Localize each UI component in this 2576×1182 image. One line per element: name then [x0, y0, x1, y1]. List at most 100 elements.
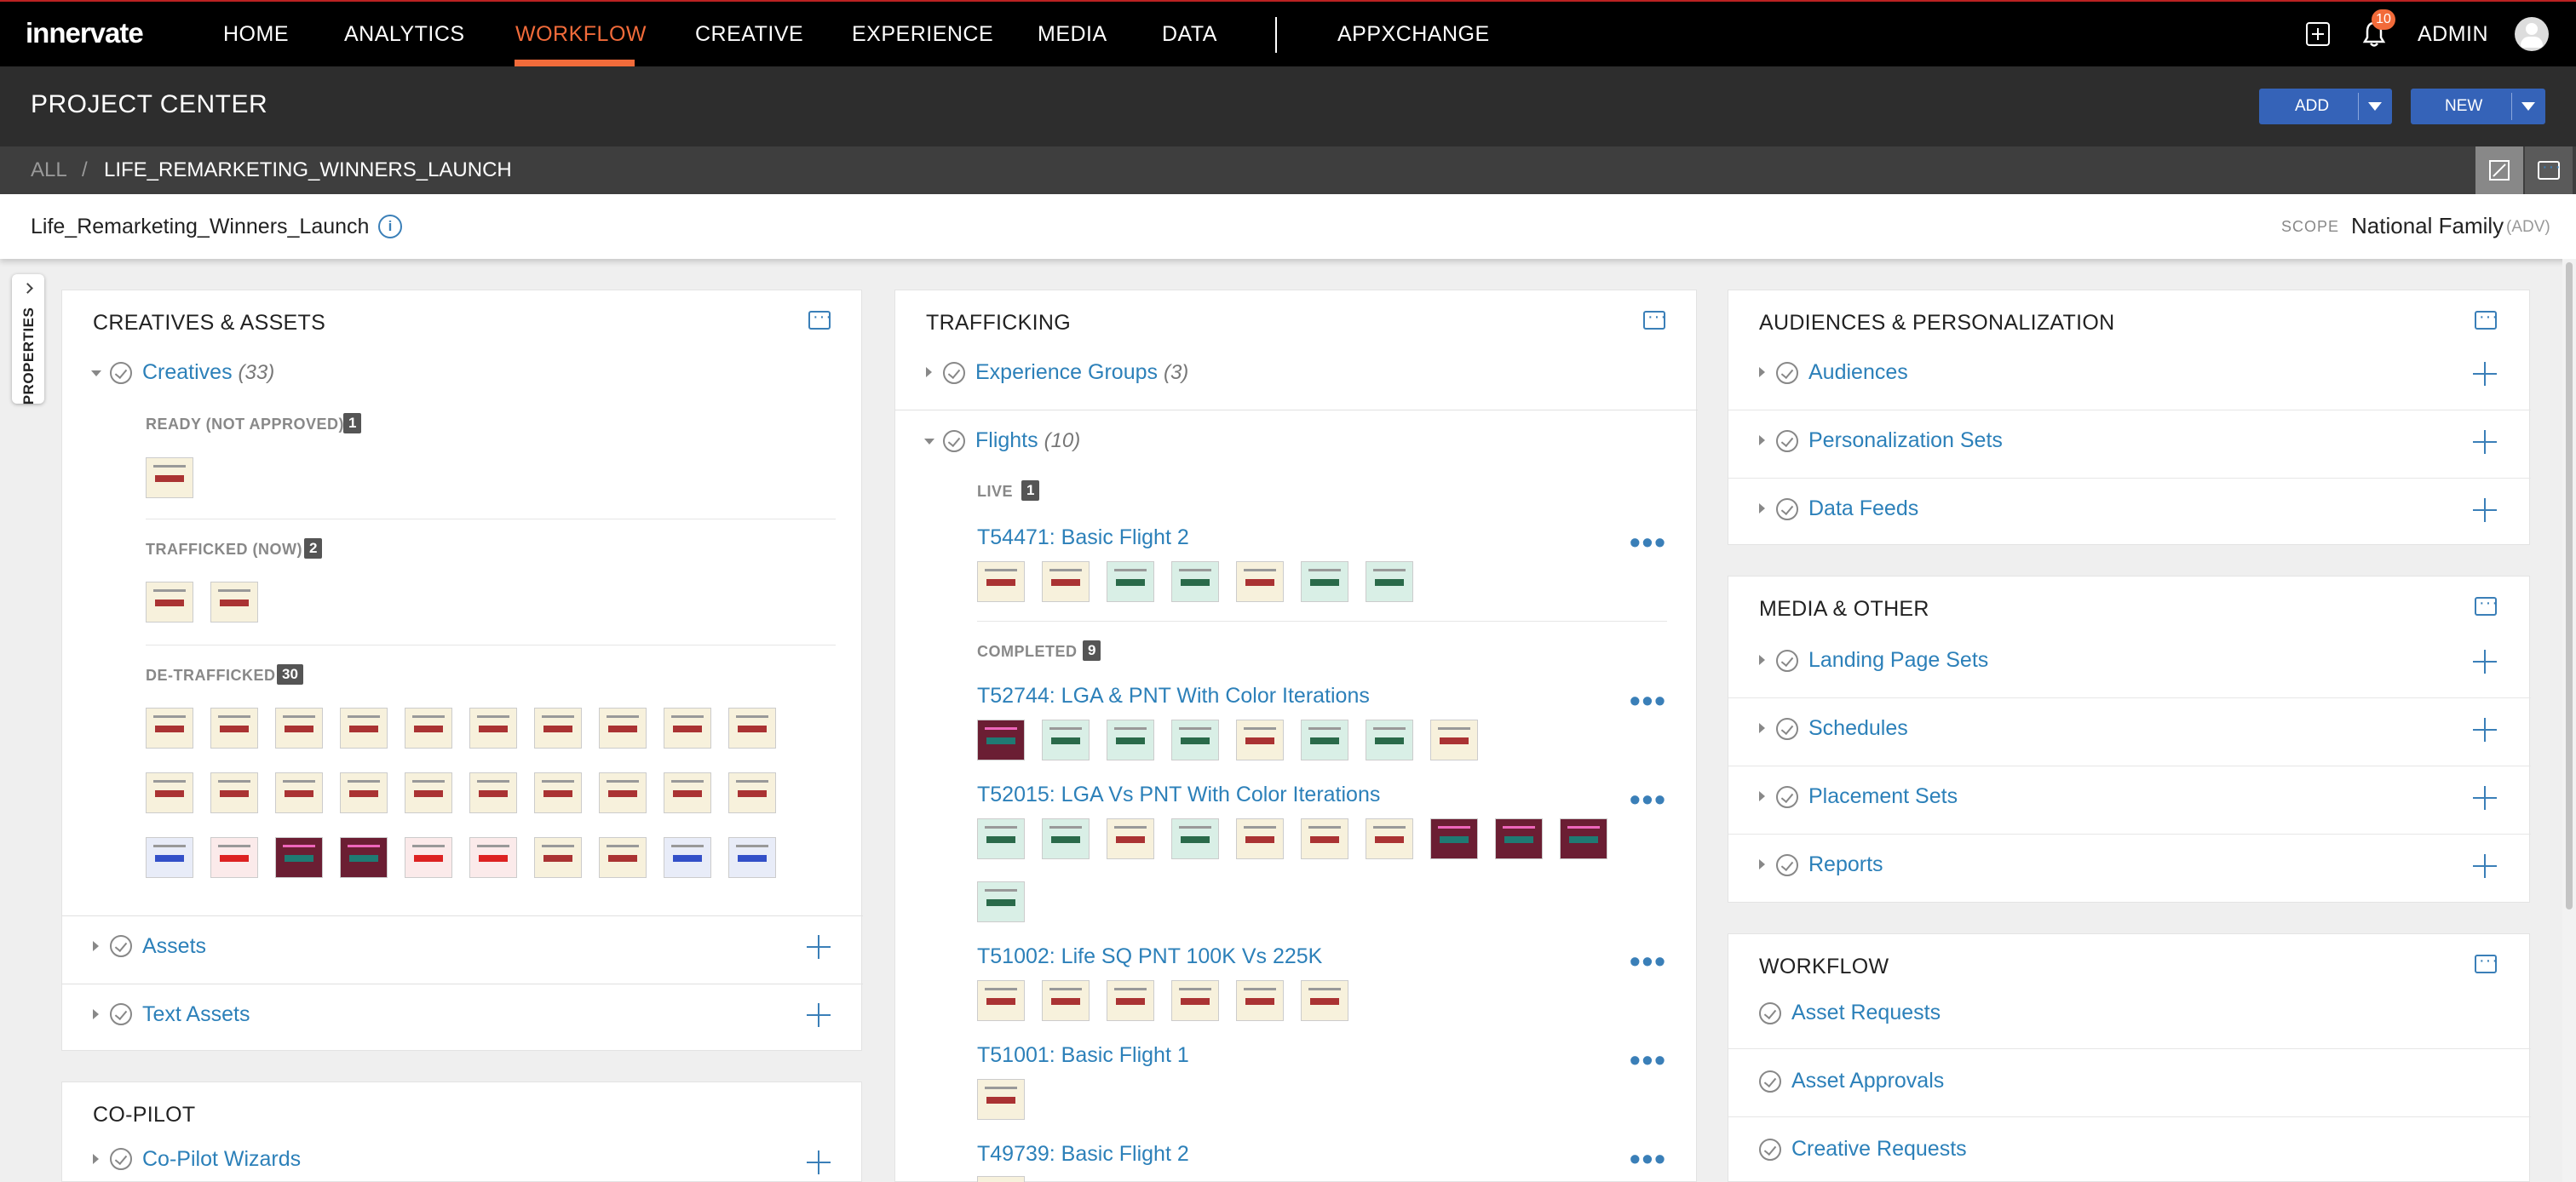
text-assets-link[interactable]: Text Assets: [142, 1002, 250, 1027]
creative-thumbnail[interactable]: [1560, 818, 1607, 859]
creative-thumbnail[interactable]: [210, 772, 258, 813]
creative-thumbnail[interactable]: [728, 708, 776, 749]
add-text-assets-plus-icon[interactable]: [807, 1003, 831, 1027]
flight-link[interactable]: T51001: Basic Flight 1: [977, 1043, 1189, 1068]
expand-caret-icon[interactable]: [1759, 435, 1765, 445]
expand-caret-icon[interactable]: [93, 1009, 99, 1019]
more-options-icon[interactable]: •••: [1630, 946, 1667, 977]
user-avatar-icon[interactable]: [2515, 17, 2549, 51]
creatives-link[interactable]: Creatives (33): [142, 360, 274, 385]
flight-link[interactable]: T51002: Life SQ PNT 100K Vs 225K: [977, 944, 1322, 969]
creative-thumbnail[interactable]: [534, 772, 582, 813]
expand-caret-icon[interactable]: [1759, 503, 1765, 514]
comment-icon[interactable]: [808, 307, 832, 330]
creative-thumbnail[interactable]: [977, 561, 1025, 602]
collapse-caret-icon[interactable]: [91, 370, 101, 376]
expand-caret-icon[interactable]: [1759, 723, 1765, 733]
expand-button[interactable]: [2475, 146, 2523, 194]
creative-thumbnail[interactable]: [977, 1176, 1025, 1182]
add-button[interactable]: ADD: [2259, 89, 2392, 124]
comment-icon[interactable]: [2475, 307, 2498, 330]
creative-thumbnail[interactable]: [146, 457, 193, 498]
creative-thumbnail[interactable]: [1171, 980, 1219, 1021]
creative-thumbnail[interactable]: [1171, 818, 1219, 859]
creative-thumbnail[interactable]: [599, 837, 647, 878]
creative-thumbnail[interactable]: [977, 818, 1025, 859]
creative-thumbnail[interactable]: [1430, 818, 1478, 859]
creative-thumbnail[interactable]: [1236, 818, 1284, 859]
user-admin-label[interactable]: ADMIN: [2418, 22, 2488, 47]
more-options-icon[interactable]: •••: [1630, 686, 1667, 716]
expand-caret-icon[interactable]: [1759, 859, 1765, 869]
comment-icon[interactable]: [2475, 951, 2498, 973]
nav-experience[interactable]: EXPERIENCE: [852, 22, 993, 47]
add-schedule-plus-icon[interactable]: [2473, 718, 2497, 742]
nav-workflow[interactable]: WORKFLOW: [515, 22, 647, 47]
creative-thumbnail[interactable]: [469, 772, 517, 813]
expand-caret-icon[interactable]: [93, 941, 99, 951]
creative-thumbnail[interactable]: [210, 837, 258, 878]
expand-caret-icon[interactable]: [926, 367, 932, 377]
properties-tab[interactable]: PROPERTIES: [12, 274, 44, 405]
nav-home[interactable]: HOME: [223, 22, 289, 47]
nav-media[interactable]: MEDIA: [1038, 22, 1107, 47]
creative-thumbnail[interactable]: [1107, 980, 1154, 1021]
flight-link[interactable]: T54471: Basic Flight 2: [977, 525, 1189, 550]
add-copilot-plus-icon[interactable]: [807, 1150, 831, 1174]
collapse-caret-icon[interactable]: [924, 439, 934, 445]
creative-thumbnail[interactable]: [1495, 818, 1543, 859]
creative-thumbnail[interactable]: [146, 837, 193, 878]
creative-thumbnail[interactable]: [664, 708, 711, 749]
flights-link[interactable]: Flights (10): [975, 428, 1080, 453]
scope-value[interactable]: National Family: [2351, 213, 2504, 239]
creative-thumbnail[interactable]: [1042, 818, 1090, 859]
add-report-plus-icon[interactable]: [2473, 854, 2497, 878]
copilot-wizards-link[interactable]: Co-Pilot Wizards: [142, 1147, 301, 1172]
creative-thumbnail[interactable]: [340, 708, 388, 749]
innervate-logo[interactable]: innervate: [26, 17, 144, 49]
creative-thumbnail[interactable]: [1107, 720, 1154, 760]
creative-thumbnail[interactable]: [146, 708, 193, 749]
add-landing-page-plus-icon[interactable]: [2473, 650, 2497, 674]
add-audience-plus-icon[interactable]: [2473, 362, 2497, 386]
chevron-down-icon[interactable]: [2521, 102, 2535, 111]
creative-thumbnail[interactable]: [1171, 720, 1219, 760]
personalization-sets-link[interactable]: Personalization Sets: [1808, 428, 2003, 453]
creative-thumbnail[interactable]: [1107, 818, 1154, 859]
expand-caret-icon[interactable]: [1759, 367, 1765, 377]
creative-thumbnail[interactable]: [1107, 561, 1154, 602]
flight-link[interactable]: T52015: LGA Vs PNT With Color Iterations: [977, 783, 1380, 807]
more-options-icon[interactable]: •••: [1630, 527, 1667, 558]
creative-thumbnail[interactable]: [664, 772, 711, 813]
creative-thumbnail[interactable]: [599, 708, 647, 749]
nav-appxchange[interactable]: APPXCHANGE: [1337, 22, 1490, 47]
creative-thumbnail[interactable]: [469, 837, 517, 878]
new-button[interactable]: NEW: [2411, 89, 2545, 124]
comment-icon[interactable]: [1643, 307, 1667, 330]
creative-thumbnail[interactable]: [977, 1079, 1025, 1120]
creative-thumbnail[interactable]: [664, 837, 711, 878]
expand-caret-icon[interactable]: [1759, 791, 1765, 801]
creative-thumbnail[interactable]: [1042, 720, 1090, 760]
reports-link[interactable]: Reports: [1808, 852, 1883, 877]
creative-thumbnail[interactable]: [534, 708, 582, 749]
creative-thumbnail[interactable]: [146, 582, 193, 623]
expand-caret-icon[interactable]: [1759, 655, 1765, 665]
more-options-icon[interactable]: •••: [1630, 1045, 1667, 1076]
creative-thumbnail[interactable]: [275, 772, 323, 813]
chevron-down-icon[interactable]: [2368, 102, 2382, 111]
creative-thumbnail[interactable]: [1042, 561, 1090, 602]
add-placement-plus-icon[interactable]: [2473, 786, 2497, 810]
creative-thumbnail[interactable]: [1430, 720, 1478, 760]
creative-thumbnail[interactable]: [1366, 561, 1413, 602]
more-options-icon[interactable]: •••: [1630, 1144, 1667, 1174]
creative-thumbnail[interactable]: [275, 837, 323, 878]
creative-thumbnail[interactable]: [977, 881, 1025, 922]
creative-thumbnail[interactable]: [1366, 720, 1413, 760]
creative-thumbnail[interactable]: [275, 708, 323, 749]
creative-thumbnail[interactable]: [146, 772, 193, 813]
creative-thumbnail[interactable]: [1236, 720, 1284, 760]
add-assets-plus-icon[interactable]: [807, 935, 831, 959]
scrollbar-track[interactable]: [2562, 259, 2576, 1182]
creative-thumbnail[interactable]: [469, 708, 517, 749]
